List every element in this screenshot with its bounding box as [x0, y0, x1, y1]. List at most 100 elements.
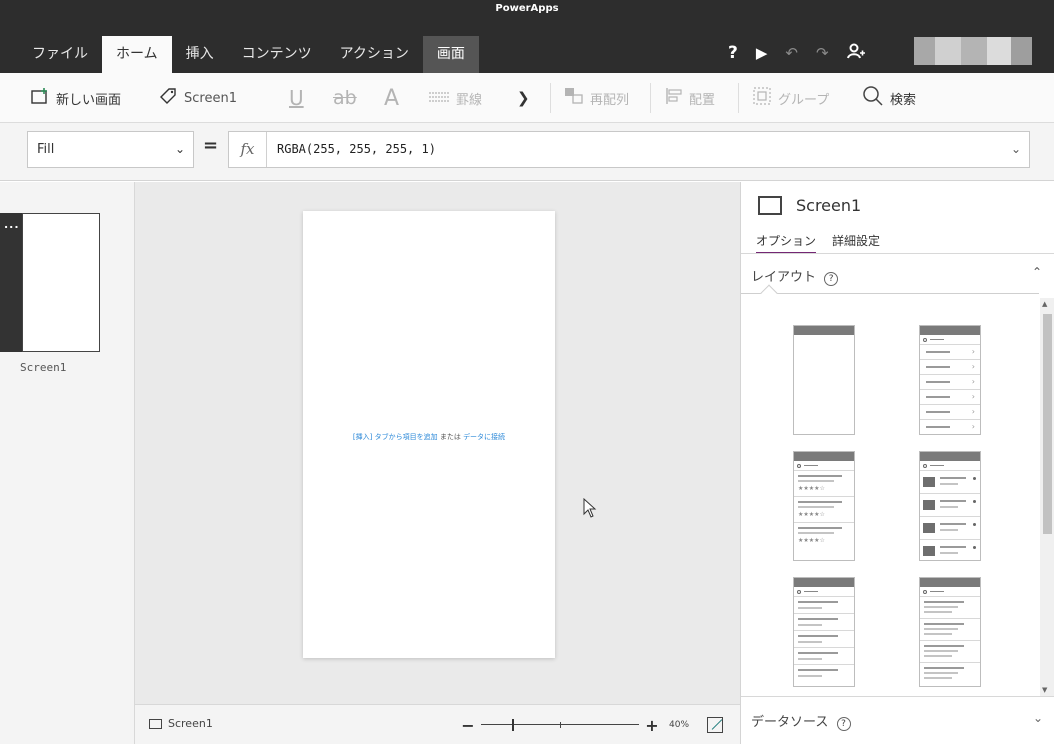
tab-content[interactable]: コンテンツ [228, 36, 326, 73]
layout-row [794, 613, 854, 630]
formula-input[interactable]: RGBA(255, 255, 255, 1) [277, 132, 436, 167]
layout-scrollbar[interactable]: ▲ ▼ [1040, 298, 1054, 696]
layout-list[interactable]: › › › › › › [919, 325, 981, 435]
zoom-slider-tick [560, 722, 561, 728]
ribbon-tabs: ファイル ホーム 挿入 コンテンツ アクション 画面 [18, 36, 479, 73]
reorder-icon [564, 87, 584, 110]
search-icon [862, 85, 884, 112]
tab-options[interactable]: オプション [756, 232, 817, 254]
layout-two-line-list[interactable] [793, 577, 855, 687]
formula-bar: Fill ⌄ = fx RGBA(255, 255, 255, 1) ⌄ [0, 123, 1054, 181]
layout-rating-list[interactable]: ★★★★☆ ★★★★☆ ★★★★☆ [793, 451, 855, 561]
layout-image-list[interactable] [919, 451, 981, 561]
new-screen-label: 新しい画面 [56, 92, 122, 108]
fx-icon: fx [229, 132, 267, 167]
new-screen-button[interactable]: 新しい画面 [30, 73, 121, 123]
group-button[interactable]: グループ [752, 73, 829, 123]
user-name-blurred[interactable] [914, 37, 1032, 65]
tab-insert[interactable]: 挿入 [172, 36, 228, 73]
align-button[interactable]: 配置 [665, 73, 715, 123]
property-select[interactable]: Fill ⌄ [27, 131, 194, 168]
undo-icon[interactable]: ↶ [785, 44, 798, 62]
strikethrough-button[interactable]: ab [333, 73, 357, 123]
layout-text-list[interactable] [919, 577, 981, 687]
zoom-value: 40% [669, 720, 690, 730]
formula-input-box[interactable]: fx RGBA(255, 255, 255, 1) ⌄ [228, 131, 1030, 168]
tab-home[interactable]: ホーム [102, 36, 172, 73]
tab-action[interactable]: アクション [326, 36, 423, 73]
screen-thumbnail[interactable] [22, 213, 100, 352]
layout-row [794, 630, 854, 647]
fit-to-window-icon[interactable] [707, 717, 724, 733]
layout-row: ★★★★☆ [794, 496, 854, 522]
screen-icon [149, 718, 162, 729]
border-button[interactable]: 罫線 [428, 73, 482, 123]
zoom-slider[interactable] [481, 719, 639, 731]
redo-icon[interactable]: ↷ [816, 44, 829, 62]
screen-icon [758, 196, 782, 215]
design-canvas[interactable]: [挿入] タブから項目を追加 または データに接続 [135, 182, 740, 704]
status-bar: Screen1 − + 40% [135, 704, 740, 744]
layout-row [920, 662, 980, 684]
screen-artboard[interactable]: [挿入] タブから項目を追加 または データに接続 [303, 211, 555, 658]
layout-search-row [920, 335, 980, 344]
connect-data-link[interactable]: データに接続 [463, 433, 505, 441]
layout-row [920, 640, 980, 662]
underline-button[interactable]: U [289, 73, 304, 123]
layout-header-bar [794, 452, 854, 461]
align-label: 配置 [689, 92, 716, 108]
equals-sign: = [203, 135, 219, 156]
border-icon [428, 88, 450, 108]
layout-row: ★★★★☆ [794, 470, 854, 496]
titlebar-actions: ? ▶ ↶ ↷ [728, 40, 865, 66]
selected-control-name[interactable]: Screen1 [796, 196, 861, 215]
data-source-section[interactable]: データソース ? ⌄ [741, 696, 1054, 744]
layout-row: › [920, 359, 980, 374]
zoom-slider-thumb[interactable] [512, 719, 514, 731]
layout-blank[interactable] [793, 325, 855, 435]
chevron-down-icon[interactable]: ⌄ [1033, 711, 1043, 725]
screen-name-button[interactable]: Screen1 [158, 73, 237, 123]
align-icon [665, 87, 683, 110]
help-icon[interactable]: ? [836, 717, 851, 731]
more-options-icon[interactable]: ... [4, 218, 20, 231]
chevron-down-icon: ⌄ [174, 142, 185, 156]
help-icon[interactable]: ? [728, 43, 738, 63]
layout-row [920, 618, 980, 640]
layout-search-row [794, 461, 854, 470]
zoom-out-button[interactable]: − [461, 716, 475, 735]
scroll-up-icon[interactable]: ▲ [1042, 300, 1047, 308]
tab-advanced[interactable]: 詳細設定 [832, 232, 880, 254]
border-label: 罫線 [456, 92, 483, 108]
layout-row [920, 470, 980, 493]
reorder-button[interactable]: 再配列 [564, 73, 629, 123]
font-button[interactable]: A [384, 73, 399, 123]
screen-thumbnail-label: Screen1 [20, 361, 67, 374]
expand-formula-icon[interactable]: ⌄ [1011, 132, 1021, 167]
current-screen-indicator[interactable]: Screen1 [149, 717, 213, 730]
zoom-control: − + 40% [461, 713, 724, 737]
tab-file[interactable]: ファイル [18, 36, 102, 73]
scroll-down-icon[interactable]: ▼ [1042, 686, 1047, 694]
account-icon[interactable] [846, 42, 865, 64]
search-button[interactable]: 検索 [862, 73, 916, 123]
data-source-header: データソース ? [751, 711, 851, 731]
tab-screen[interactable]: 画面 [422, 36, 479, 73]
zoom-in-button[interactable]: + [645, 716, 659, 735]
help-glyph: ? [841, 719, 846, 729]
ribbon-toolbar: 新しい画面 Screen1 U ab A 罫線 ❯ 再配列 配置 グループ 検索 [0, 73, 1054, 123]
hint-or-text: または [437, 433, 464, 441]
insert-tab-link[interactable]: [挿入] タブから項目を追加 [353, 433, 438, 441]
layout-gallery: › › › › › › ★★★★☆ ★★★★☆ ★★★★☆ [741, 293, 1039, 697]
scrollbar-thumb[interactable] [1043, 314, 1052, 534]
search-label: 検索 [890, 92, 917, 108]
more-chevron-icon[interactable]: ❯ [517, 73, 530, 123]
layout-row: › [920, 389, 980, 404]
play-icon[interactable]: ▶ [756, 44, 768, 62]
group-label: グループ [778, 92, 830, 108]
chevron-up-icon[interactable]: ⌃ [1032, 265, 1042, 279]
help-icon[interactable]: ? [824, 272, 839, 286]
ribbon-separator [650, 83, 651, 113]
screen-thumb-handle[interactable] [0, 213, 22, 352]
layout-section-header[interactable]: レイアウト ? [751, 266, 839, 286]
